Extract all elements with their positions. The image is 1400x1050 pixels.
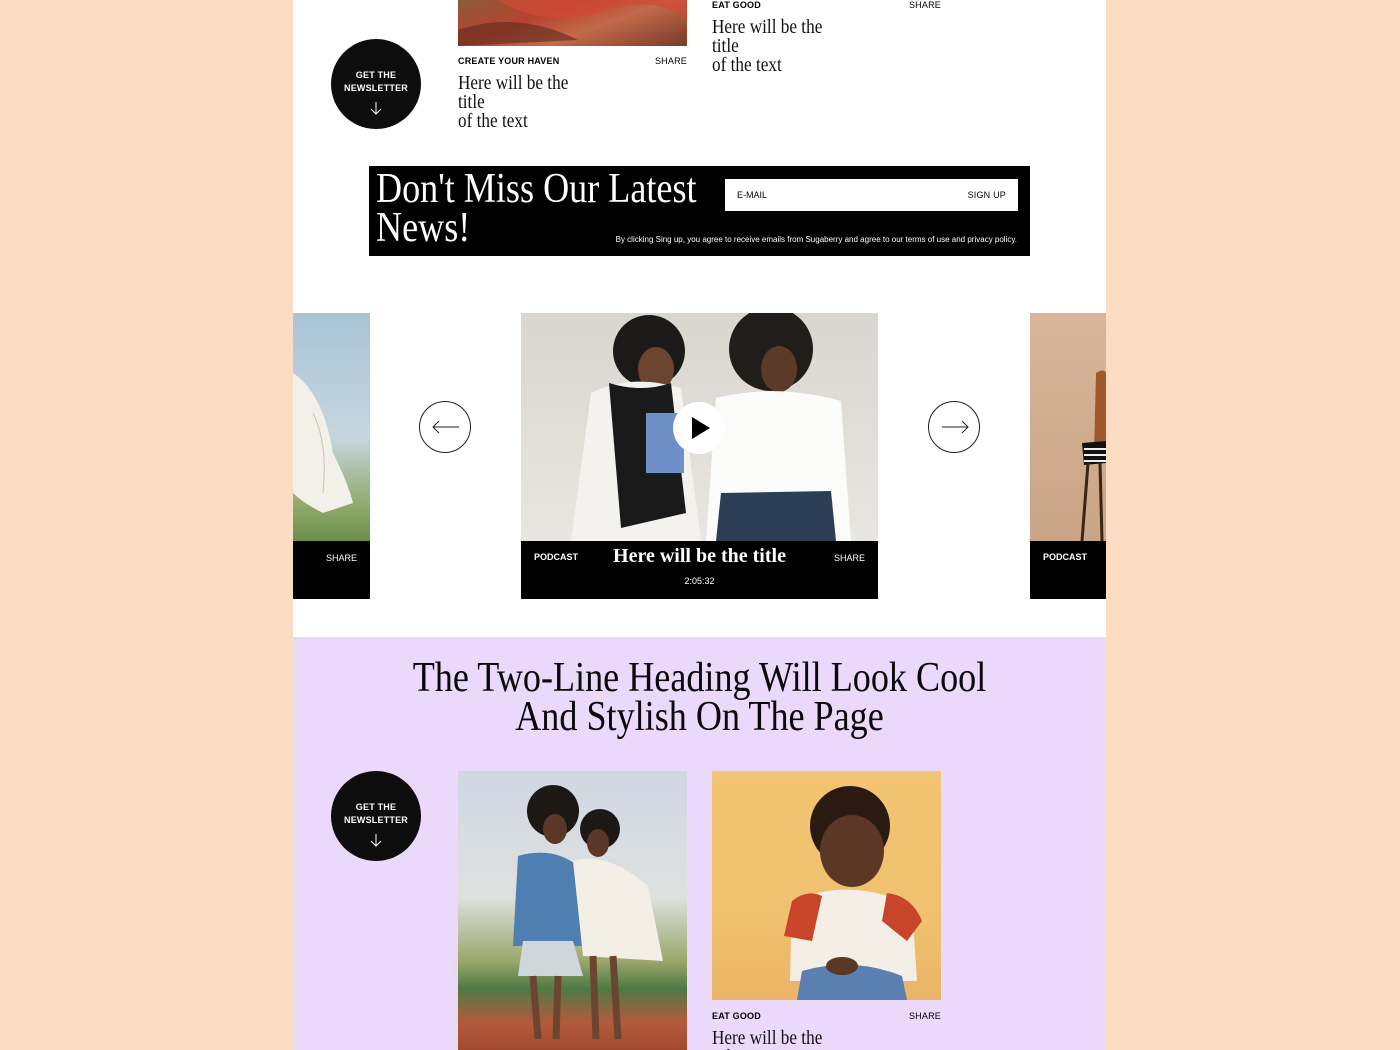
slide-image <box>1030 313 1106 542</box>
article-category: EAT GOOD <box>712 0 761 10</box>
arrow-down-icon <box>370 102 382 115</box>
slide-duration: 2:05:32 <box>684 576 715 586</box>
share-link[interactable]: SHARE <box>326 553 357 563</box>
share-link[interactable]: SHARE <box>834 553 865 563</box>
page-panel: GET THE NEWSLETTER CREATE YOUR HAVEN SHA… <box>293 0 1106 1050</box>
legal-text: By clicking Sing up, you agree to receiv… <box>615 235 1017 244</box>
slider-next-button[interactable] <box>928 401 980 453</box>
slide-title[interactable]: Here will be the title <box>521 545 878 568</box>
article-card-eat-good[interactable]: EAT GOOD SHARE Here will be the title of… <box>712 0 941 75</box>
slide-category: PODCAST <box>1043 552 1088 562</box>
share-link[interactable]: SHARE <box>909 1011 941 1021</box>
article-card-image[interactable] <box>458 771 687 1050</box>
newsletter-banner: Don't Miss Our Latest News! SIGN UP By c… <box>369 166 1030 256</box>
arrow-down-icon <box>370 834 382 847</box>
email-input[interactable] <box>737 190 937 200</box>
email-form: SIGN UP <box>725 179 1018 211</box>
article-image <box>458 0 687 46</box>
newsletter-button[interactable]: GET THE NEWSLETTER <box>331 771 421 861</box>
arrow-right-icon <box>942 420 969 434</box>
slider-prev-button[interactable] <box>419 401 471 453</box>
slide-left[interactable]: SHARE <box>293 313 370 599</box>
article-title[interactable]: Here will be the title <box>712 1028 850 1050</box>
arrow-left-icon <box>432 420 459 434</box>
article-image <box>712 771 941 1000</box>
signup-button[interactable]: SIGN UP <box>968 190 1006 200</box>
slide-center[interactable]: PODCAST Here will be the title SHARE 2:0… <box>521 313 878 599</box>
feature-section: The Two-Line Heading Will Look Cool And … <box>293 637 1106 1050</box>
slide-right[interactable]: PODCAST <box>1030 313 1106 599</box>
article-title[interactable]: Here will be the title of the text <box>712 17 850 75</box>
article-category: CREATE YOUR HAVEN <box>458 56 560 66</box>
play-icon <box>692 417 710 439</box>
slide-image <box>293 313 370 541</box>
newsletter-label: GET THE NEWSLETTER <box>344 802 408 825</box>
newsletter-label: GET THE NEWSLETTER <box>344 70 408 93</box>
section-heading: The Two-Line Heading Will Look Cool And … <box>412 655 987 740</box>
article-card-eat-good-bottom[interactable]: EAT GOOD SHARE Here will be the title <box>712 771 941 1050</box>
article-image <box>458 771 687 1050</box>
article-title[interactable]: Here will be the title of the text <box>458 73 596 131</box>
article-category: EAT GOOD <box>712 1011 761 1021</box>
play-button[interactable] <box>673 402 725 454</box>
newsletter-button[interactable]: GET THE NEWSLETTER <box>331 39 421 129</box>
share-link[interactable]: SHARE <box>909 0 941 10</box>
share-link[interactable]: SHARE <box>655 56 687 66</box>
article-card-haven[interactable]: CREATE YOUR HAVEN SHARE Here will be the… <box>458 0 687 131</box>
